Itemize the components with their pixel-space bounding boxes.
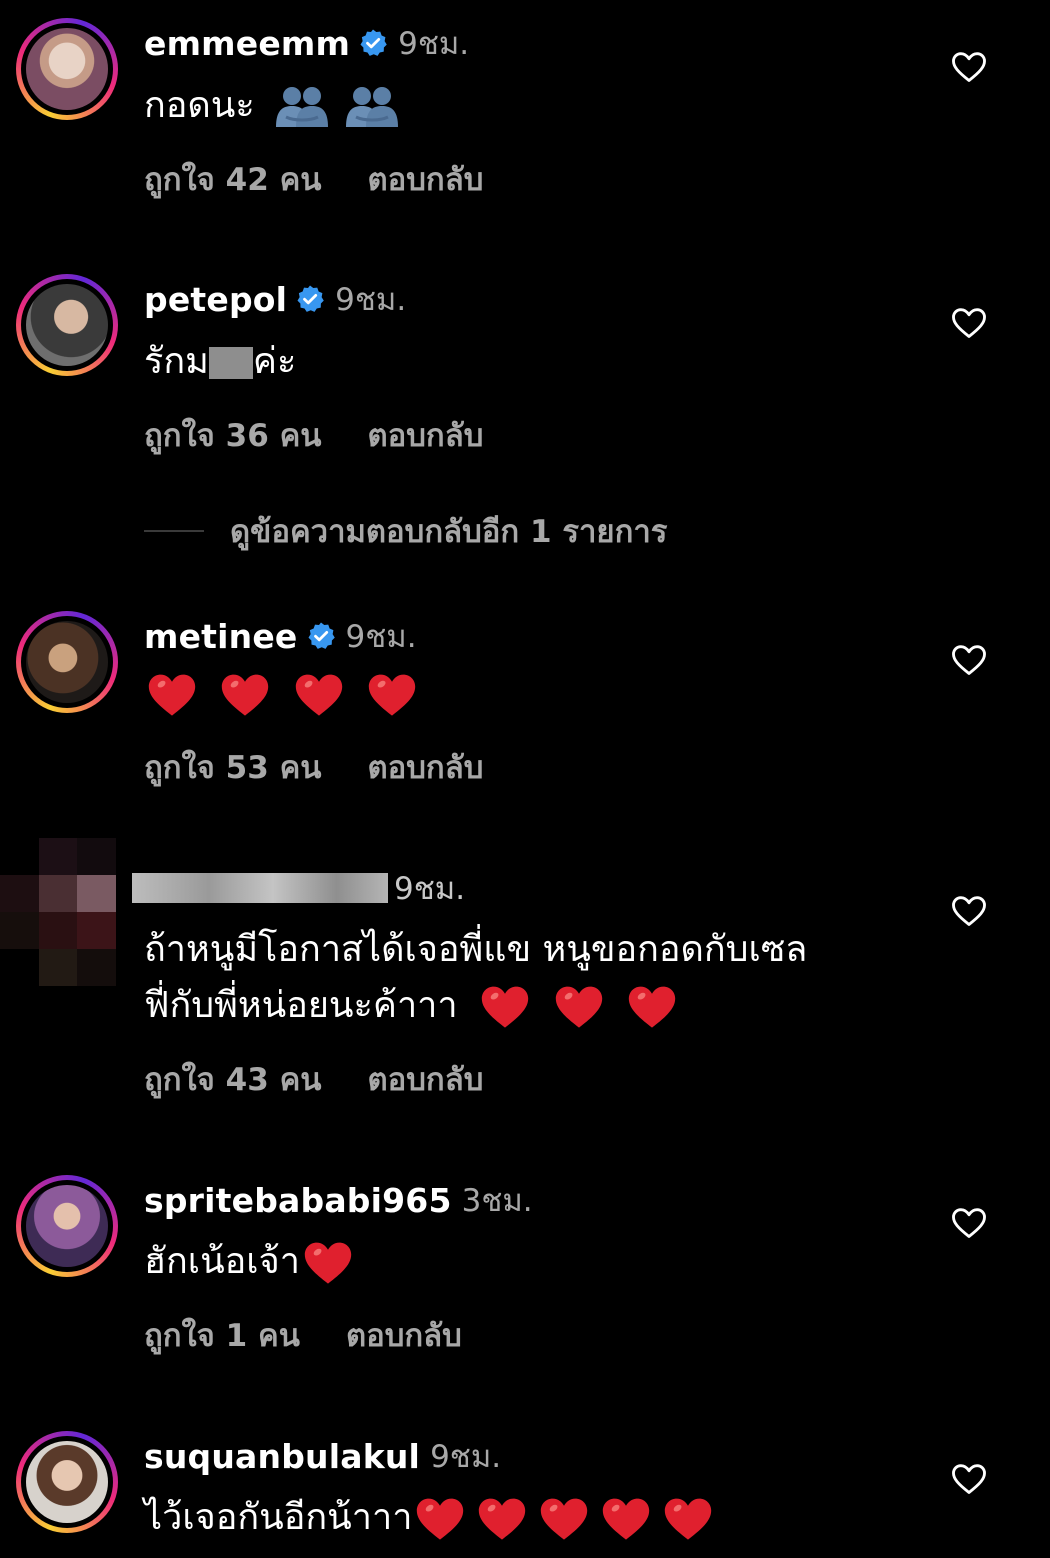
reply-button[interactable]: ตอบกลับ [368, 410, 484, 460]
avatar[interactable] [16, 1175, 118, 1277]
like-count[interactable]: ถูกใจ 36 คน [144, 410, 322, 460]
red-heart-icon [626, 981, 678, 1033]
comment-meta: ถูกใจ 1 คน ตอบกลับ [144, 1310, 462, 1360]
comment-text [136, 666, 418, 722]
red-heart-icon [479, 981, 531, 1033]
red-heart-icon [476, 1493, 528, 1545]
redacted-block [208, 347, 253, 379]
username[interactable]: suquanbulakul [144, 1437, 420, 1476]
comment-body: ไว้เจอกันอีกน้าาา [144, 1497, 413, 1538]
red-heart-icon [302, 1237, 354, 1289]
heart-icon[interactable] [950, 1460, 988, 1498]
view-replies-button[interactable]: ดูข้อความตอบกลับอีก 1 รายการ [144, 506, 667, 556]
username[interactable]: spritebababi965 [144, 1181, 452, 1220]
red-heart-icon [219, 669, 271, 721]
heart-icon[interactable] [950, 892, 988, 930]
people-hugging-icon [344, 83, 400, 131]
avatar[interactable] [16, 611, 118, 713]
comment-body: รักม [144, 341, 209, 382]
divider [144, 530, 204, 532]
comment-meta: ถูกใจ 43 คน ตอบกลับ [144, 1054, 483, 1104]
verified-badge-icon [306, 621, 336, 651]
people-hugging-icon [274, 83, 330, 131]
reply-button[interactable]: ตอบกลับ [368, 154, 484, 204]
comment-text: ฮักเน้อเจ้า [144, 1234, 354, 1290]
timestamp: 9ชม. [398, 26, 470, 62]
username[interactable]: petepol [144, 280, 287, 319]
timestamp: 9ชม. [394, 871, 466, 907]
reply-button[interactable]: ตอบกลับ [346, 1310, 462, 1360]
red-heart-icon [146, 669, 198, 721]
comment-text: ถ้าหนูมีโอกาสได้เจอพี่แข หนูขอกอดกับเซล [144, 922, 807, 978]
avatar[interactable] [16, 1431, 118, 1533]
heart-icon[interactable] [950, 48, 988, 86]
comment-body: ฮักเน้อเจ้า [144, 1241, 300, 1282]
comment-body: ฟี่กับพี่หน่อยนะค้าาา [144, 985, 458, 1026]
avatar[interactable] [16, 274, 118, 376]
comment-header: metinee 9ชม. [144, 614, 417, 658]
comment-header: petepol 9ชม. [144, 277, 406, 321]
comment-header: spritebababi965 3ชม. [144, 1178, 533, 1222]
pixelated-avatar[interactable] [0, 838, 116, 986]
username[interactable]: emmeemm [144, 24, 350, 63]
reply-button[interactable]: ตอบกลับ [368, 742, 484, 792]
username[interactable]: metinee [144, 617, 298, 656]
heart-icon[interactable] [950, 641, 988, 679]
red-heart-icon [600, 1493, 652, 1545]
avatar[interactable] [16, 18, 118, 120]
red-heart-icon [366, 669, 418, 721]
comment-text: รักม ค่ะ [144, 334, 296, 390]
timestamp: 3ชม. [461, 1183, 533, 1219]
like-count[interactable]: ถูกใจ 42 คน [144, 154, 322, 204]
heart-icon[interactable] [950, 1204, 988, 1242]
verified-badge-icon [358, 28, 388, 58]
redacted-username [132, 873, 388, 903]
red-heart-icon [414, 1493, 466, 1545]
comment-meta: ถูกใจ 42 คน ตอบกลับ [144, 154, 483, 204]
red-heart-icon [553, 981, 605, 1033]
red-heart-icon [538, 1493, 590, 1545]
timestamp: 9ชม. [430, 1439, 502, 1475]
comment-text: ฟี่กับพี่หน่อยนะค้าาา [144, 978, 678, 1034]
like-count[interactable]: ถูกใจ 53 คน [144, 742, 322, 792]
comment-text: กอดนะ [144, 78, 400, 134]
timestamp: 9ชม. [335, 282, 407, 318]
comment-body: กอดนะ [144, 85, 255, 126]
like-count[interactable]: ถูกใจ 1 คน [144, 1310, 300, 1360]
red-heart-icon [662, 1493, 714, 1545]
comment-header: emmeemm 9ชม. [144, 21, 469, 65]
comment-header: 9ชม. [132, 866, 465, 910]
comment-text: ไว้เจอกันอีกน้าาา [144, 1490, 714, 1546]
red-heart-icon [293, 669, 345, 721]
timestamp: 9ชม. [345, 619, 417, 655]
comment-body: ถ้าหนูมีโอกาสได้เจอพี่แข หนูขอกอดกับเซล [144, 929, 808, 970]
comment-header: suquanbulakul 9ชม. [144, 1434, 501, 1478]
comment-meta: ถูกใจ 53 คน ตอบกลับ [144, 742, 483, 792]
reply-button[interactable]: ตอบกลับ [368, 1054, 484, 1104]
like-count[interactable]: ถูกใจ 43 คน [144, 1054, 322, 1104]
view-replies-label: ดูข้อความตอบกลับอีก 1 รายการ [230, 514, 668, 550]
verified-badge-icon [295, 284, 325, 314]
heart-icon[interactable] [950, 304, 988, 342]
comment-body: ค่ะ [252, 341, 297, 382]
comment-meta: ถูกใจ 36 คน ตอบกลับ [144, 410, 483, 460]
